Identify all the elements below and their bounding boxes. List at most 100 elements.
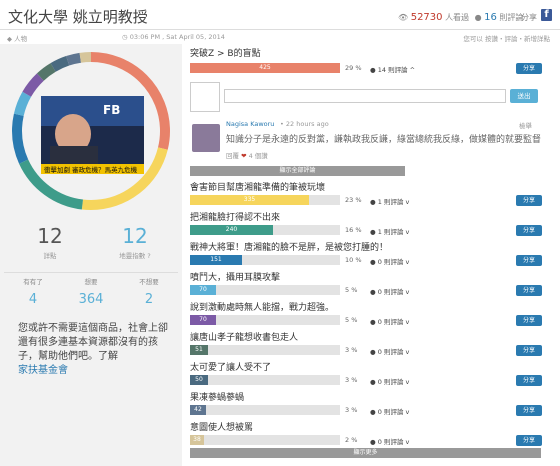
point-share-button[interactable]: 分享 xyxy=(516,255,542,266)
user-avatar-placeholder xyxy=(190,82,220,112)
top-point-share-button[interactable]: 分享 xyxy=(516,63,542,74)
point-bar: 70 xyxy=(190,285,216,295)
point-comments[interactable]: ● 0 則評論 v xyxy=(370,406,409,416)
action-links[interactable]: 您可以 按讚・評論・新增詳點 xyxy=(463,33,550,43)
send-button[interactable]: 送出 xyxy=(510,89,538,103)
left-panel: FB 衝擊加劇 審政危機？馬英九危機 12 詳點 12 地靈指數 ? 有有了 4… xyxy=(0,44,182,466)
reply-link[interactable]: 回覆 xyxy=(226,152,239,160)
point-bar-track[interactable]: 51 xyxy=(190,345,340,355)
point-comments[interactable]: ● 0 則評論 v xyxy=(370,436,409,446)
map-stat: 12 地靈指數 ? xyxy=(112,224,158,260)
point-comments[interactable]: ● 0 則評論 v xyxy=(370,256,409,266)
point-bar: 335 xyxy=(190,195,309,205)
point-comments[interactable]: ● 0 則評論 v xyxy=(370,316,409,326)
point-share-button[interactable]: 分享 xyxy=(516,435,542,446)
eye-icon: 👁 xyxy=(398,13,409,22)
post-date-label: 03:06 PM , Sat April 05, 2014 xyxy=(129,33,225,41)
point-comments-label: 0 則評論 xyxy=(377,438,404,446)
vote-have[interactable]: 有有了 4 xyxy=(4,273,62,307)
point-share-button[interactable]: 分享 xyxy=(516,375,542,386)
top-point-bar: 425 xyxy=(190,63,340,73)
point-comments[interactable]: ● 0 則評論 v xyxy=(370,346,409,356)
point-bar-track[interactable]: 50 xyxy=(190,375,340,385)
comment-icon: ● xyxy=(370,348,376,356)
chevron-down-icon: v xyxy=(405,288,410,296)
share-label: 分享 xyxy=(521,13,537,22)
view-stats: 👁 52730 人看過 ● 16 則評論 xyxy=(398,12,523,23)
point-title[interactable]: 果凍蔘蝸蔘蝸 xyxy=(190,390,244,403)
chevron-down-icon: v xyxy=(405,348,410,356)
point-comments[interactable]: ● 1 則評論 v xyxy=(370,196,409,206)
point-share-button[interactable]: 分享 xyxy=(516,405,542,416)
point-bar-track[interactable]: 42 xyxy=(190,405,340,415)
vote-dont-want[interactable]: 不想要 2 xyxy=(120,273,178,307)
point-comments-label: 1 則評論 xyxy=(377,228,404,236)
comment-icon: ● xyxy=(370,438,376,446)
point-pct: 3 % xyxy=(345,376,358,384)
point-bar: 50 xyxy=(190,375,208,385)
points-count: 12 xyxy=(37,224,63,248)
comment-icon: ● xyxy=(370,258,376,266)
map-label[interactable]: 地靈指數 ? xyxy=(112,250,158,260)
category-tag[interactable]: ◆ 人物 xyxy=(7,33,27,43)
top-point-title[interactable]: 突破Z > B的盲點 xyxy=(190,46,261,59)
point-pct: 16 % xyxy=(345,226,362,234)
point-bar-track[interactable]: 70 xyxy=(190,315,340,325)
point-title[interactable]: 把湘龍臉打得認不出來 xyxy=(190,210,280,223)
point-comments[interactable]: ● 1 則評論 v xyxy=(370,226,409,236)
point-pct: 23 % xyxy=(345,196,362,204)
point-bar-track[interactable]: 240 xyxy=(190,225,340,235)
comment-input[interactable] xyxy=(224,89,506,103)
point-bar-track[interactable]: 151 xyxy=(190,255,340,265)
top-point-comments[interactable]: ● 14 則評論 ^ xyxy=(370,64,415,74)
point-bar: 70 xyxy=(190,315,216,325)
show-all-comments-button[interactable]: 顯示全部評論 xyxy=(190,166,405,176)
point-title[interactable]: 戰神大將軍！唐湘龍的臉不是胖，是被您打腫的！ xyxy=(190,240,388,253)
page-title: 文化大學 姚立明教授 xyxy=(8,8,148,26)
point-share-button[interactable]: 分享 xyxy=(516,285,542,296)
charity-link[interactable]: 家扶基金會 xyxy=(18,365,68,376)
vote-summary: 有有了 4 想要 364 不想要 2 xyxy=(4,272,178,307)
comment-icon: ● xyxy=(370,318,376,326)
facebook-icon[interactable]: f xyxy=(541,9,552,21)
points-label: 詳點 xyxy=(43,252,57,260)
point-bar: 38 xyxy=(190,435,204,445)
point-share-button[interactable]: 分享 xyxy=(516,315,542,326)
point-pct: 2 % xyxy=(345,436,358,444)
commenter-avatar[interactable] xyxy=(192,124,220,152)
point-title[interactable]: 噴鬥大，攝用耳膜攻擊 xyxy=(190,270,280,283)
chevron-down-icon: v xyxy=(405,228,410,236)
point-comments[interactable]: ● 0 則評論 v xyxy=(370,376,409,386)
top-point-pct: 29 % xyxy=(345,64,362,72)
view-count-label: 人看過 xyxy=(445,13,470,22)
point-bar-track[interactable]: 38 xyxy=(190,435,340,445)
point-share-button[interactable]: 分享 xyxy=(516,225,542,236)
point-pct: 3 % xyxy=(345,406,358,414)
point-title[interactable]: 太可愛了讓人受不了 xyxy=(190,360,271,373)
comment-icon: ● xyxy=(370,198,376,206)
vote-dont-want-count: 2 xyxy=(144,292,154,307)
point-share-button[interactable]: 分享 xyxy=(516,195,542,206)
report-link[interactable]: 檢舉 xyxy=(519,120,532,130)
commenter-name[interactable]: Nagisa Kaworu xyxy=(226,120,274,128)
chevron-down-icon: v xyxy=(405,438,410,446)
point-title[interactable]: 意圖使人想被罵 xyxy=(190,420,253,433)
point-share-button[interactable]: 分享 xyxy=(516,345,542,356)
vote-want[interactable]: 想要 364 xyxy=(62,273,120,307)
point-bar-track[interactable]: 70 xyxy=(190,285,340,295)
point-bar-track[interactable]: 335 xyxy=(190,195,340,205)
point-title[interactable]: 說到激動處時無人能擋，戰力超強。 xyxy=(190,300,334,313)
point-comments-label: 0 則評論 xyxy=(377,318,404,326)
heart-icon[interactable]: ❤ xyxy=(241,152,246,160)
point-title[interactable]: 讓唐山孝子龍想收書包走人 xyxy=(190,330,298,343)
show-more-button[interactable]: 顯示更多 xyxy=(190,448,541,458)
point-comments-label: 0 則評論 xyxy=(377,258,404,266)
point-comments[interactable]: ● 0 則評論 v xyxy=(370,286,409,296)
comment-icon: ● xyxy=(370,378,376,386)
point-title[interactable]: 會害節目幫唐湘龍準備的筆被玩壞 xyxy=(190,180,325,193)
vote-want-count: 364 xyxy=(78,292,104,307)
top-point-bar-track[interactable]: 425 xyxy=(190,63,340,73)
chevron-down-icon: v xyxy=(405,378,410,386)
profile-photo[interactable]: FB 衝擊加劇 審政危機？馬英九危機 xyxy=(41,96,144,174)
chevron-down-icon: v xyxy=(405,408,410,416)
